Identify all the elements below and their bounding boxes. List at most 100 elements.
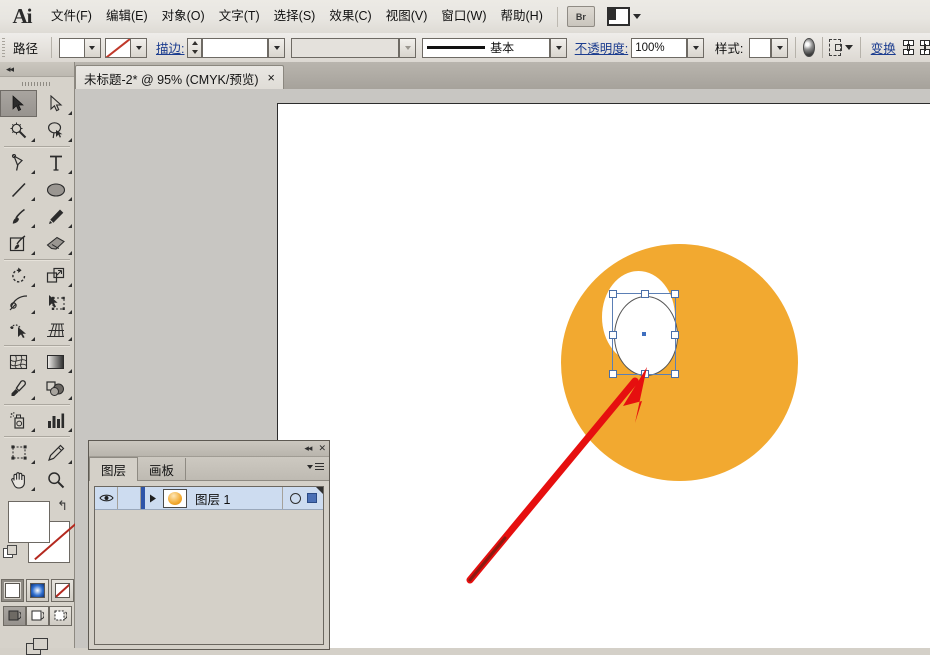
close-icon[interactable]: × <box>268 72 275 85</box>
stroke-weight-stepper[interactable] <box>187 37 203 58</box>
width-profile-dropdown[interactable] <box>399 37 417 58</box>
blend-tool[interactable] <box>37 375 74 402</box>
control-bar-grip[interactable] <box>0 33 7 62</box>
screen-mode-button[interactable] <box>0 638 74 655</box>
width-profile-input[interactable] <box>291 37 400 58</box>
lasso-tool[interactable] <box>37 117 74 144</box>
menu-effect[interactable]: 效果(C) <box>322 0 378 33</box>
fill-swatch[interactable] <box>58 37 85 58</box>
menu-file[interactable]: 文件(F) <box>44 0 99 33</box>
table-row[interactable]: 图层 1 <box>95 487 323 510</box>
graphic-style-dropdown[interactable] <box>771 37 789 58</box>
collapse-icon[interactable]: ◂◂ <box>304 443 312 454</box>
magic-wand-tool[interactable] <box>0 117 37 144</box>
transform-link[interactable]: 变换 <box>868 38 899 57</box>
stroke-weight-dropdown[interactable] <box>268 37 286 58</box>
selection-tool[interactable] <box>0 90 37 117</box>
variable-width-profile-control[interactable] <box>291 37 417 58</box>
stroke-weight-input[interactable] <box>202 37 269 58</box>
tools-panel-header[interactable]: ◂◂ <box>0 62 74 77</box>
pen-tool[interactable] <box>0 149 37 176</box>
recolor-artwork-icon[interactable] <box>802 38 815 57</box>
tab-layers[interactable]: 图层 <box>89 457 139 481</box>
stroke-color-control[interactable] <box>105 37 148 58</box>
pencil-tool[interactable] <box>37 203 74 230</box>
eyedropper-tool[interactable] <box>0 375 37 402</box>
gradient-swatch-button[interactable] <box>25 579 49 602</box>
close-icon[interactable]: ✕ <box>318 443 325 454</box>
mesh-tool[interactable] <box>0 348 37 375</box>
layers-list[interactable]: 图层 1 <box>94 486 324 645</box>
menu-object[interactable]: 对象(O) <box>155 0 212 33</box>
stroke-weight-label[interactable]: 描边: <box>153 38 187 57</box>
stroke-weight-control[interactable] <box>187 37 286 58</box>
align-horizontal-icon[interactable] <box>903 40 914 55</box>
perspective-grid-tool[interactable] <box>37 316 74 343</box>
color-swatch-button[interactable] <box>0 579 24 602</box>
select-similar-chevron-icon[interactable] <box>845 45 854 50</box>
handle-bottom-left[interactable] <box>609 370 617 378</box>
fill-color-box[interactable] <box>8 501 50 543</box>
default-fill-stroke-icon[interactable] <box>3 545 17 558</box>
graphic-style-control[interactable] <box>749 37 789 58</box>
artboard[interactable] <box>277 103 930 648</box>
tools-panel-grip[interactable] <box>0 77 74 90</box>
blob-brush-tool[interactable] <box>0 230 37 257</box>
scale-tool[interactable] <box>37 262 74 289</box>
opacity-label[interactable]: 不透明度: <box>572 38 631 57</box>
menu-edit[interactable]: 编辑(E) <box>99 0 155 33</box>
draw-normal-button[interactable] <box>2 606 26 626</box>
orange-circle-shape[interactable] <box>561 244 798 481</box>
ellipse-tool[interactable] <box>37 176 74 203</box>
stroke-dropdown-button[interactable] <box>131 37 148 58</box>
collapse-icon[interactable]: ◂◂ <box>6 64 14 75</box>
free-transform-tool[interactable] <box>37 289 74 316</box>
target-circle-icon[interactable] <box>290 492 301 504</box>
artboard-tool[interactable] <box>0 439 37 466</box>
menu-window[interactable]: 窗口(W) <box>434 0 493 33</box>
type-tool[interactable] <box>37 149 74 176</box>
paintbrush-tool[interactable] <box>0 203 37 230</box>
tab-artboards[interactable]: 画板 <box>138 458 187 480</box>
slice-tool[interactable] <box>37 439 74 466</box>
eye-icon[interactable] <box>95 487 118 509</box>
handle-top-right[interactable] <box>671 290 679 298</box>
graphic-style-swatch[interactable] <box>749 37 772 58</box>
brush-preview[interactable]: 基本 <box>422 37 551 58</box>
rotate-tool[interactable] <box>0 262 37 289</box>
menu-type[interactable]: 文字(T) <box>212 0 267 33</box>
direct-selection-tool[interactable] <box>37 90 74 117</box>
shape-builder-tool[interactable] <box>0 316 37 343</box>
fill-color-control[interactable] <box>58 37 101 58</box>
layers-panel-titlebar[interactable]: ◂◂ ✕ <box>89 441 329 457</box>
opacity-control[interactable]: 100% <box>631 37 705 58</box>
symbol-sprayer-tool[interactable] <box>0 407 37 434</box>
column-graph-tool[interactable] <box>37 407 74 434</box>
width-tool[interactable] <box>0 289 37 316</box>
bridge-button[interactable]: Br <box>566 6 595 27</box>
panel-menu-button[interactable] <box>307 463 324 470</box>
gradient-tool[interactable] <box>37 348 74 375</box>
lock-toggle[interactable] <box>118 487 141 509</box>
arrange-documents-button[interactable] <box>606 7 641 26</box>
select-similar-icon[interactable] <box>829 39 843 56</box>
selection-indicator-icon[interactable] <box>307 493 317 503</box>
line-segment-tool[interactable] <box>0 176 37 203</box>
zoom-tool[interactable] <box>37 466 74 493</box>
selection-bounding-box[interactable] <box>609 290 679 378</box>
handle-top-left[interactable] <box>609 290 617 298</box>
document-tab[interactable]: 未标题-2* @ 95% (CMYK/预览) × <box>75 65 284 90</box>
layer-name[interactable]: 图层 1 <box>187 489 282 508</box>
menu-view[interactable]: 视图(V) <box>379 0 435 33</box>
fill-dropdown-button[interactable] <box>84 37 101 58</box>
menu-help[interactable]: 帮助(H) <box>494 0 550 33</box>
opacity-dropdown[interactable] <box>687 37 705 58</box>
handle-top-center[interactable] <box>641 290 649 298</box>
brush-dropdown[interactable] <box>550 37 568 58</box>
hand-tool[interactable] <box>0 466 37 493</box>
handle-middle-left[interactable] <box>609 331 617 339</box>
handle-bottom-center[interactable] <box>641 370 649 378</box>
draw-behind-button[interactable] <box>25 606 49 626</box>
none-swatch-button[interactable] <box>50 579 74 602</box>
expand-triangle-icon[interactable] <box>145 494 161 503</box>
